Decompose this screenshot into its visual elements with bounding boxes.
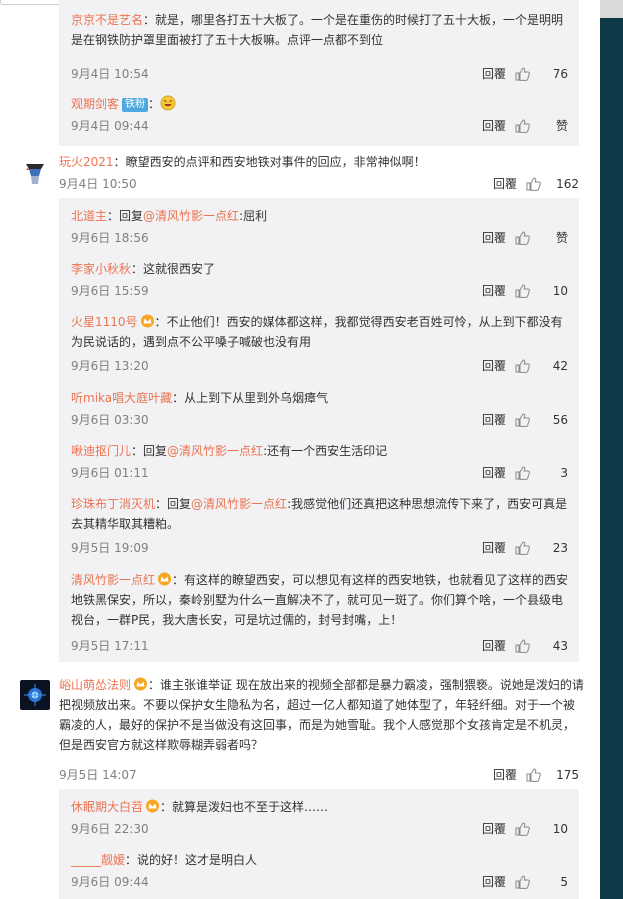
comment-time: 9月4日 10:50: [59, 177, 137, 191]
like-count: 10: [552, 284, 568, 298]
reply-button[interactable]: 回覆: [482, 538, 506, 558]
avatar[interactable]: [20, 680, 50, 710]
reply-list: 休眠期大白苕 ：就算是泼妇也不至于这样…… 9月6日 22:30 回覆 10 __…: [59, 789, 579, 899]
comment-author[interactable]: 峪山萌怂法则: [59, 678, 131, 692]
thumbs-up-icon[interactable]: [515, 541, 530, 555]
fan-badge: 铁粉: [122, 98, 149, 112]
reply-button[interactable]: 回覆: [482, 228, 506, 248]
like-count: 76: [552, 67, 568, 81]
like-count: 10: [552, 822, 568, 836]
like-count: 162: [556, 177, 579, 191]
reply-time: 9月6日 01:11: [71, 466, 149, 480]
reply-time: 9月6日 03:30: [71, 413, 149, 427]
reply-meta: 9月6日 01:11 回覆 3: [71, 463, 568, 483]
like-count: 42: [552, 359, 568, 373]
reply-button[interactable]: 回覆: [482, 281, 506, 301]
thumbs-up-icon[interactable]: [515, 466, 530, 480]
like-count: 赞: [555, 231, 568, 245]
like-count: 56: [552, 413, 568, 427]
like-count: 43: [552, 639, 568, 653]
reply-button[interactable]: 回覆: [482, 463, 506, 483]
reply-meta: 9月4日 09:44 回覆 赞: [71, 116, 568, 136]
reply-time: 9月6日 22:30: [71, 822, 149, 836]
reply-time: 9月6日 18:56: [71, 231, 149, 245]
reply-author[interactable]: 观期剑客: [71, 97, 119, 111]
mention-link[interactable]: @清风竹影一点红: [191, 497, 287, 511]
comment-meta: 9月4日 10:50 回覆 162: [59, 174, 579, 194]
reply-button[interactable]: 回覆: [482, 64, 506, 84]
reply-author[interactable]: 听mika唱大庭叶藏: [71, 391, 172, 405]
reply-time: 9月6日 15:59: [71, 284, 149, 298]
comment-text: 瞭望西安的点评和西安地铁对事件的回应，非常神似啊！: [125, 155, 426, 169]
like-count: 175: [556, 768, 579, 782]
thumbs-up-icon[interactable]: [526, 768, 541, 782]
crown-badge-icon: [158, 572, 172, 586]
thumbs-up-icon[interactable]: [515, 119, 530, 133]
like-count: 3: [560, 466, 568, 480]
reply-meta: 9月5日 17:11 回覆 43: [71, 636, 568, 656]
reply-author[interactable]: 京京不是艺名: [71, 13, 143, 27]
thumbs-up-icon[interactable]: [515, 822, 530, 836]
reply-button[interactable]: 回覆: [482, 410, 506, 430]
reply-meta: 9月6日 13:20 回覆 42: [71, 356, 568, 376]
comment-time: 9月5日 14:07: [59, 768, 137, 782]
reply-author[interactable]: 啾迪抠门儿: [71, 444, 131, 458]
reply-author[interactable]: 李家小秋秋: [71, 262, 131, 276]
reply-button[interactable]: 回覆: [493, 765, 517, 785]
reply-author[interactable]: 珍珠布丁消灭机: [71, 497, 155, 511]
thumbs-up-icon[interactable]: [515, 875, 530, 889]
reply-time: 9月4日 09:44: [71, 119, 149, 133]
reply-button[interactable]: 回覆: [482, 872, 506, 892]
reply-button[interactable]: 回覆: [482, 356, 506, 376]
reply-meta: 9月6日 22:30 回覆 10: [71, 819, 568, 839]
thumbs-up-icon[interactable]: [515, 67, 530, 81]
reply-meta: 9月6日 18:56 回覆 赞: [71, 228, 568, 248]
reply-time: 9月4日 10:54: [71, 67, 149, 81]
like-count: 5: [560, 875, 568, 889]
reply-time: 9月6日 09:44: [71, 875, 149, 889]
reply-time: 9月5日 19:09: [71, 541, 149, 555]
thumbs-up-icon[interactable]: [515, 284, 530, 298]
mention-link[interactable]: @清风竹影一点红: [167, 444, 263, 458]
reply-meta: 9月4日 10:54 回覆 76: [71, 64, 568, 84]
comment-meta: 9月5日 14:07 回覆 175: [59, 765, 579, 785]
scrollbar-top[interactable]: [600, 0, 623, 18]
thumbs-up-icon[interactable]: [515, 359, 530, 373]
reply-list: 京京不是艺名：就是，哪里各打五十大板了。一个是在重伤的时候打了五十大板，一个是明…: [59, 0, 579, 146]
reply-meta: 9月6日 09:44 回覆 5: [71, 872, 568, 892]
crown-badge-icon: [146, 799, 160, 813]
reply-list: 北道主：回复@清风竹影一点红:屈利 9月6日 18:56 回覆 赞 李家小秋秋：…: [59, 198, 579, 662]
thumbs-up-icon[interactable]: [515, 639, 530, 653]
mention-link[interactable]: @清风竹影一点红: [143, 209, 239, 223]
laughing-emoji-icon: [160, 95, 176, 111]
like-count: 23: [552, 541, 568, 555]
reply-meta: 9月6日 03:30 回覆 56: [71, 410, 568, 430]
reply-button[interactable]: 回覆: [493, 174, 517, 194]
avatar[interactable]: [20, 158, 50, 188]
thumbs-up-icon[interactable]: [526, 177, 541, 191]
reply-author[interactable]: 清风竹影一点红: [71, 573, 155, 587]
reply-time: 9月5日 17:11: [71, 639, 149, 653]
crown-badge-icon: [134, 677, 148, 691]
thumbs-up-icon[interactable]: [515, 413, 530, 427]
comment-author[interactable]: 玩火2021: [59, 155, 114, 169]
reply-button[interactable]: 回覆: [482, 636, 506, 656]
reply-meta: 9月5日 19:09 回覆 23: [71, 538, 568, 558]
reply-time: 9月6日 13:20: [71, 359, 149, 373]
reply-meta: 9月6日 15:59 回覆 10: [71, 281, 568, 301]
page-background-edge: [600, 0, 623, 899]
reply-button[interactable]: 回覆: [482, 116, 506, 136]
reply-button[interactable]: 回覆: [482, 819, 506, 839]
reply-author[interactable]: 北道主: [71, 209, 107, 223]
reply-author[interactable]: _____靓嫒: [71, 853, 125, 867]
reply-author[interactable]: 休眠期大白苕: [71, 800, 143, 814]
crown-badge-icon: [140, 314, 154, 328]
reply-author[interactable]: 火星1110号: [71, 315, 138, 329]
thumbs-up-icon[interactable]: [515, 231, 530, 245]
like-count: 赞: [555, 119, 568, 133]
